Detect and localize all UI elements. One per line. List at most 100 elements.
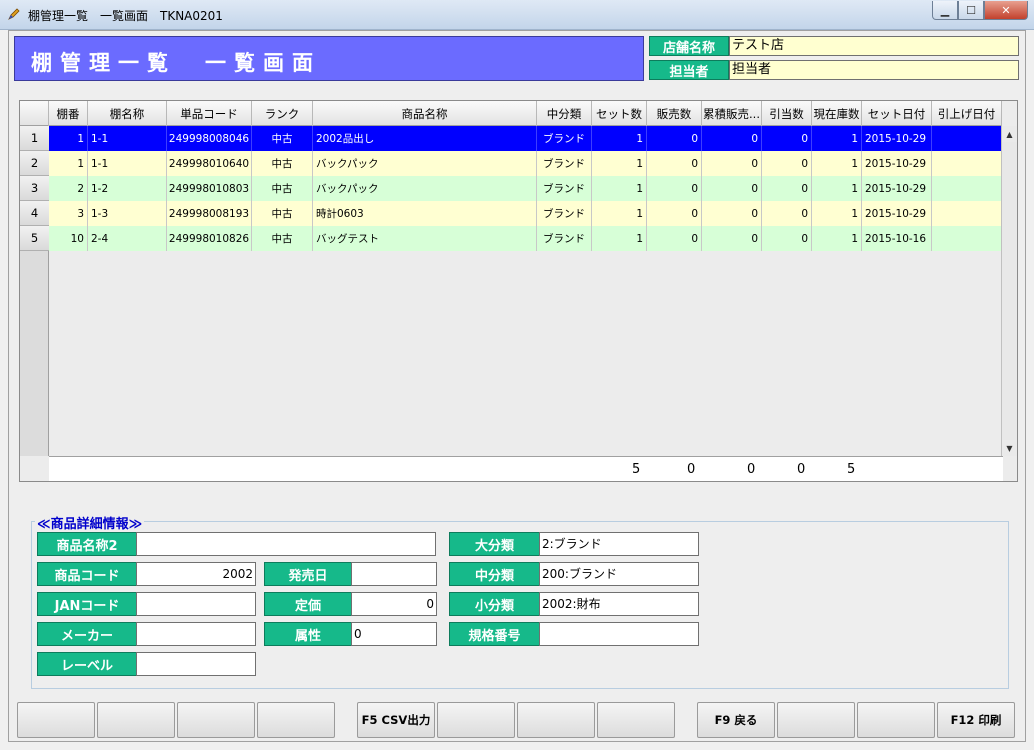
middle-category-label: 中分類 <box>449 562 540 586</box>
shelf-grid[interactable]: 棚番 棚名称 単品コード ランク 商品名称 中分類 セット数 販売数 累積販売.… <box>19 100 1018 482</box>
fkey-f8-button[interactable] <box>597 702 675 738</box>
page-banner: 棚管理一覧 一覧画面 <box>14 36 644 81</box>
fkey-f10-button[interactable] <box>777 702 855 738</box>
list-price-field[interactable]: 0 <box>351 592 437 616</box>
table-row[interactable]: 1 1-1 249998010640 中古 バックパック ブランド 1 0 0 … <box>49 151 1002 176</box>
cell-cumulative: 0 <box>702 126 762 151</box>
total-set-qty: 5 <box>632 462 641 477</box>
cell-sold: 0 <box>647 151 702 176</box>
cell-shelf-name: 1-1 <box>88 151 167 176</box>
cell-set-date: 2015-10-29 <box>862 151 932 176</box>
store-name-value: テスト店 <box>729 36 1019 56</box>
release-date-field[interactable] <box>351 562 437 586</box>
cell-item-code: 249998008193 <box>167 201 252 226</box>
total-stock: 5 <box>847 462 856 477</box>
cell-rank: 中古 <box>252 176 313 201</box>
middle-category-field[interactable]: 200:ブランド <box>539 562 699 586</box>
row-header[interactable]: 2 <box>20 151 49 176</box>
cell-shelf-name: 1-2 <box>88 176 167 201</box>
col-header-allocated[interactable]: 引当数 <box>762 101 812 126</box>
col-header-set-date[interactable]: セット日付 <box>862 101 932 126</box>
close-button[interactable]: ✕ <box>984 1 1028 20</box>
scroll-up-icon[interactable]: ▲ <box>1002 126 1017 142</box>
table-row[interactable]: 2 1-2 249998010803 中古 バックパック ブランド 1 0 0 … <box>49 176 1002 201</box>
product-detail-title: ≪商品詳細情報≫ <box>35 513 145 532</box>
cell-stock: 1 <box>812 151 862 176</box>
cell-shelf-no: 1 <box>49 151 88 176</box>
cell-sold: 0 <box>647 201 702 226</box>
window-controls: ▁ ☐ ✕ <box>932 1 1028 21</box>
cell-shelf-no: 10 <box>49 226 88 251</box>
table-row[interactable]: 1 1-1 249998008046 中古 2002品出し ブランド 1 0 0… <box>49 126 1002 151</box>
fkey-f1-button[interactable] <box>17 702 95 738</box>
col-header-product-name[interactable]: 商品名称 <box>313 101 537 126</box>
scroll-down-icon[interactable]: ▼ <box>1002 440 1017 456</box>
col-header-cumulative[interactable]: 累積販売... <box>702 101 762 126</box>
spec-number-label: 規格番号 <box>449 622 540 646</box>
csv-export-button[interactable]: F5 CSV出力 <box>357 702 435 738</box>
col-header-pull-date[interactable]: 引上げ日付 <box>932 101 1002 126</box>
maker-field[interactable] <box>136 622 256 646</box>
fkey-f2-button[interactable] <box>97 702 175 738</box>
cell-cumulative: 0 <box>702 226 762 251</box>
attribute-field[interactable]: 0 <box>351 622 437 646</box>
page-title: 棚管理一覧 一覧画面 <box>31 51 321 75</box>
total-sold: 0 <box>687 462 696 477</box>
back-button[interactable]: F9 戻る <box>697 702 775 738</box>
cell-cumulative: 0 <box>702 201 762 226</box>
cell-item-code: 249998010803 <box>167 176 252 201</box>
maximize-button[interactable]: ☐ <box>958 1 984 20</box>
row-header[interactable]: 1 <box>20 126 49 151</box>
cell-sold: 0 <box>647 126 702 151</box>
product-code-field[interactable]: 2002 <box>136 562 256 586</box>
cell-shelf-no: 3 <box>49 201 88 226</box>
col-header-rank[interactable]: ランク <box>252 101 313 126</box>
col-header-set-qty[interactable]: セット数 <box>592 101 647 126</box>
table-row[interactable]: 10 2-4 249998010826 中古 バッグテスト ブランド 1 0 0… <box>49 226 1002 251</box>
cell-set-date: 2015-10-29 <box>862 176 932 201</box>
row-header[interactable]: 3 <box>20 176 49 201</box>
fkey-f7-button[interactable] <box>517 702 595 738</box>
jan-code-field[interactable] <box>136 592 256 616</box>
maker-label: メーカー <box>37 622 137 646</box>
fkey-f6-button[interactable] <box>437 702 515 738</box>
minimize-button[interactable]: ▁ <box>932 1 958 20</box>
cell-shelf-name: 1-1 <box>88 126 167 151</box>
col-header-sold[interactable]: 販売数 <box>647 101 702 126</box>
col-header-shelf-name[interactable]: 棚名称 <box>88 101 167 126</box>
cell-sold: 0 <box>647 226 702 251</box>
release-date-label: 発売日 <box>264 562 352 586</box>
cell-pull-date <box>932 126 1002 151</box>
cell-pull-date <box>932 226 1002 251</box>
cell-category: ブランド <box>537 126 592 151</box>
col-header-stock[interactable]: 現在庫数 <box>812 101 862 126</box>
grid-header: 棚番 棚名称 単品コード ランク 商品名称 中分類 セット数 販売数 累積販売.… <box>20 101 1002 126</box>
grid-vertical-scrollbar[interactable]: ▲ ▼ <box>1001 126 1017 456</box>
table-row[interactable]: 3 1-3 249998008193 中古 時計0603 ブランド 1 0 0 … <box>49 201 1002 226</box>
cell-product-name: 時計0603 <box>313 201 537 226</box>
cell-stock: 1 <box>812 176 862 201</box>
col-header-shelf-no[interactable]: 棚番 <box>49 101 88 126</box>
fkey-f3-button[interactable] <box>177 702 255 738</box>
app-pen-icon <box>8 8 20 20</box>
major-category-label: 大分類 <box>449 532 540 556</box>
major-category-field[interactable]: 2:ブランド <box>539 532 699 556</box>
cell-rank: 中古 <box>252 126 313 151</box>
row-header[interactable]: 5 <box>20 226 49 251</box>
col-header-item-code[interactable]: 単品コード <box>167 101 252 126</box>
print-button[interactable]: F12 印刷 <box>937 702 1015 738</box>
label-label: レーベル <box>37 652 137 676</box>
list-price-label: 定価 <box>264 592 352 616</box>
cell-category: ブランド <box>537 201 592 226</box>
fkey-f4-button[interactable] <box>257 702 335 738</box>
cell-pull-date <box>932 151 1002 176</box>
cell-set-date: 2015-10-16 <box>862 226 932 251</box>
spec-number-field[interactable] <box>539 622 699 646</box>
minor-category-field[interactable]: 2002:財布 <box>539 592 699 616</box>
product-name2-field[interactable] <box>136 532 436 556</box>
label-field[interactable] <box>136 652 256 676</box>
cell-set-qty: 1 <box>592 176 647 201</box>
col-header-category[interactable]: 中分類 <box>537 101 592 126</box>
row-header[interactable]: 4 <box>20 201 49 226</box>
fkey-f11-button[interactable] <box>857 702 935 738</box>
